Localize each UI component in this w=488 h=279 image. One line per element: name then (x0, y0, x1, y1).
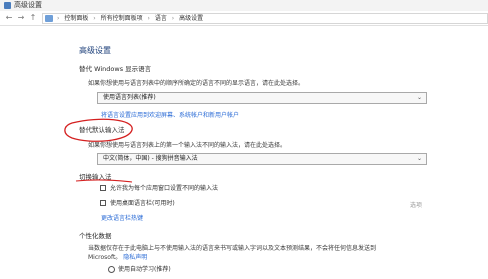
annotation-overlay (64, 118, 133, 183)
annotation-underline (75, 179, 133, 183)
annotation-circle (64, 118, 133, 142)
